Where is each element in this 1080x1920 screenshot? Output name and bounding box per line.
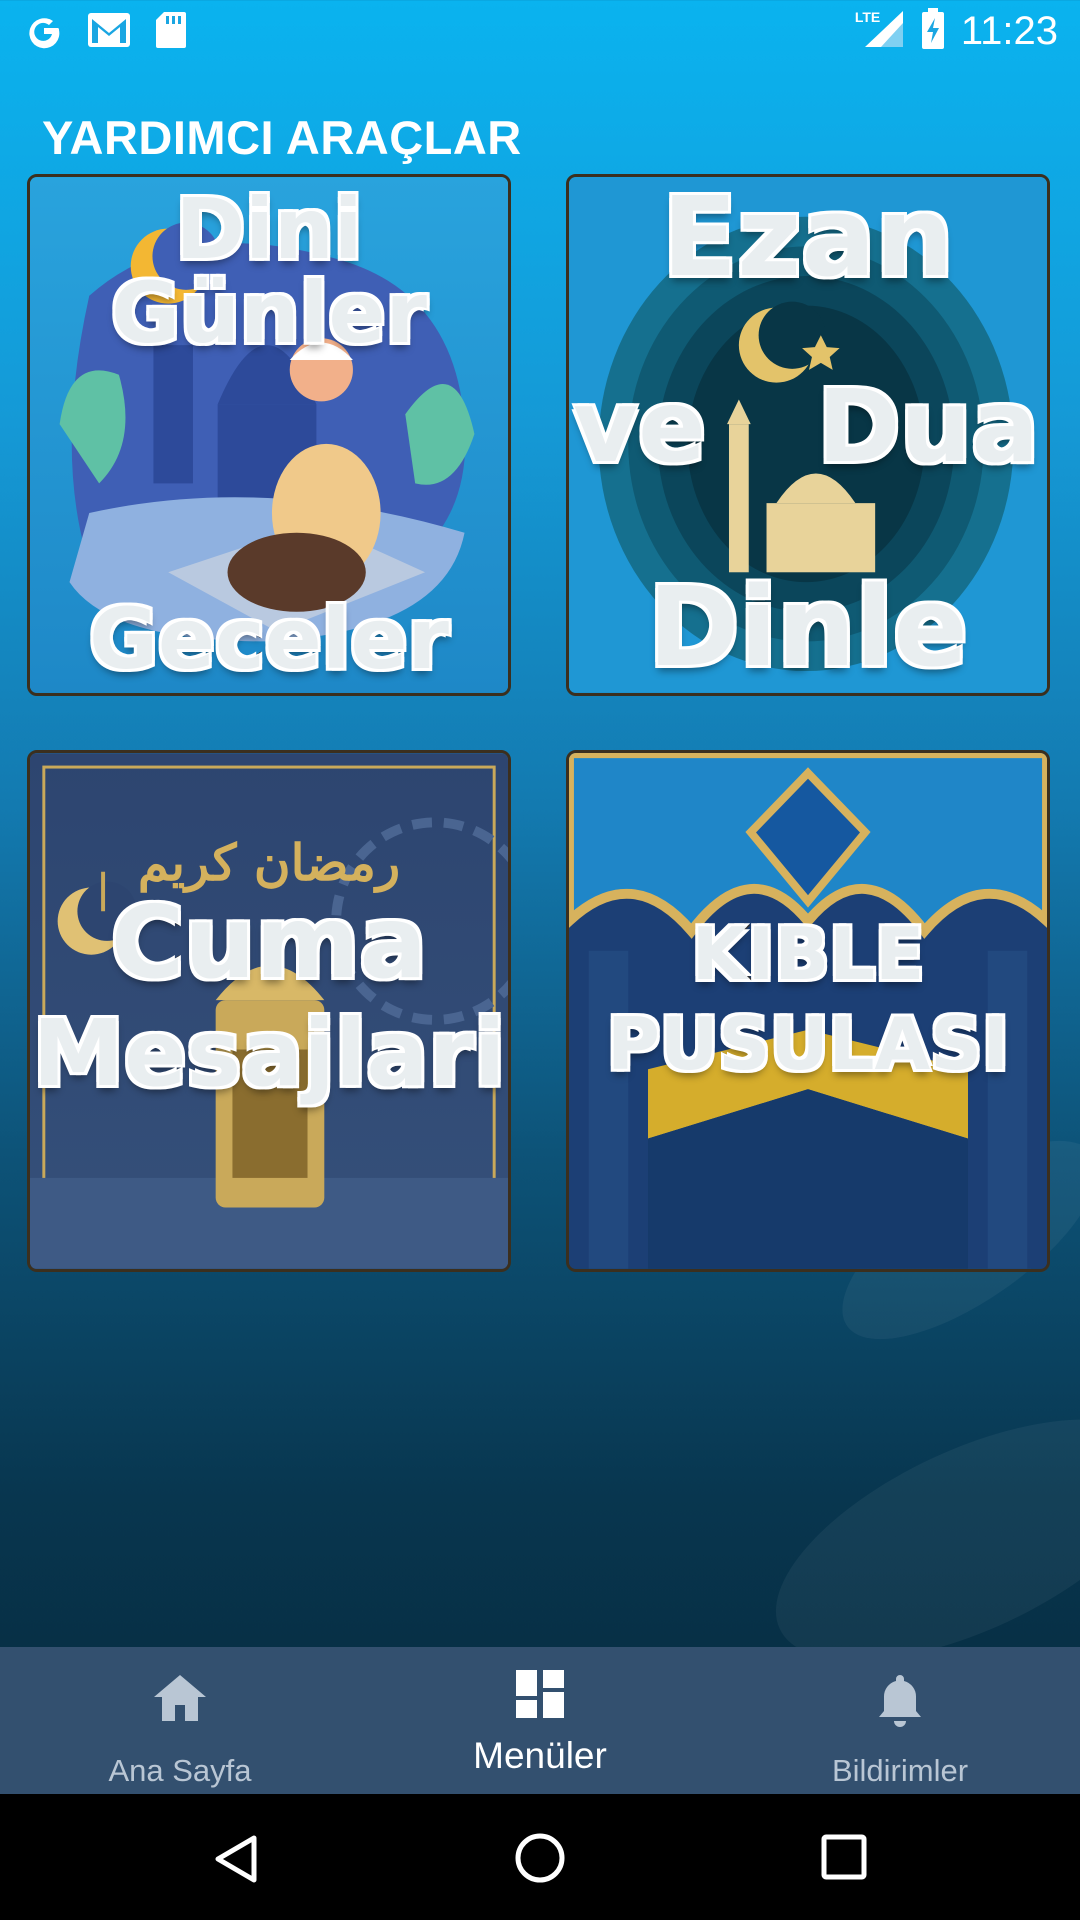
nav-label: Ana Sayfa	[108, 1753, 252, 1788]
kible-pusulasi-card[interactable]: KIBLE PUSULASI	[566, 750, 1050, 1272]
nav-item-ana-sayfa[interactable]: Ana Sayfa	[0, 1647, 360, 1794]
card-title-line: Geceler	[88, 590, 451, 688]
bell-icon	[877, 1673, 923, 1732]
system-navigation-bar	[0, 1794, 1080, 1920]
dini-gunler-geceler-card[interactable]: Dini Günler Geceler	[27, 174, 511, 696]
card-title-line: Dinle	[647, 563, 970, 691]
nav-label: Bildirimler	[831, 1753, 969, 1788]
card-title-line: Dini Günler	[110, 180, 429, 362]
card-title-line: KIBLE	[690, 912, 926, 996]
back-icon[interactable]	[212, 1834, 260, 1889]
sd-card-icon	[154, 10, 188, 55]
card-title-line: Cuma	[109, 884, 428, 1001]
bottom-navigation: Ana Sayfa Menüler Bildirimler	[0, 1647, 1080, 1794]
home-icon	[152, 1673, 208, 1728]
status-bar: LTE 11:23	[0, 0, 1080, 64]
nav-item-bildirimler[interactable]: Bildirimler	[720, 1647, 1080, 1794]
page-title: YARDIMCI ARAÇLAR	[42, 111, 522, 164]
home-button-icon[interactable]	[514, 1832, 566, 1889]
recents-icon[interactable]	[821, 1834, 867, 1885]
card-title-line: ve	[571, 368, 707, 485]
cuma-mesajlari-card[interactable]: رمضان كريم Cuma Mesajlari	[27, 750, 511, 1272]
network-type: LTE	[854, 9, 881, 25]
nav-label: Menüler	[473, 1735, 607, 1776]
card-title-line: PUSULASI	[606, 1002, 1011, 1086]
gmail-icon	[86, 11, 132, 54]
google-icon	[24, 10, 64, 55]
dashboard-icon	[516, 1670, 564, 1723]
signal-icon: LTE	[855, 9, 905, 54]
arabic-calligraphy: رمضان كريم	[137, 833, 401, 892]
clock: 11:23	[960, 9, 1058, 53]
ezan-ve-dua-dinle-card[interactable]: Ezan ve Dua Dinle	[566, 174, 1050, 696]
card-title-line: Dua	[816, 368, 1041, 485]
card-title-line: Ezan	[661, 174, 956, 301]
battery-charging-icon	[921, 8, 945, 55]
card-title-line: Mesajlari	[31, 1000, 507, 1107]
nav-item-menuler[interactable]: Menüler	[360, 1647, 720, 1794]
